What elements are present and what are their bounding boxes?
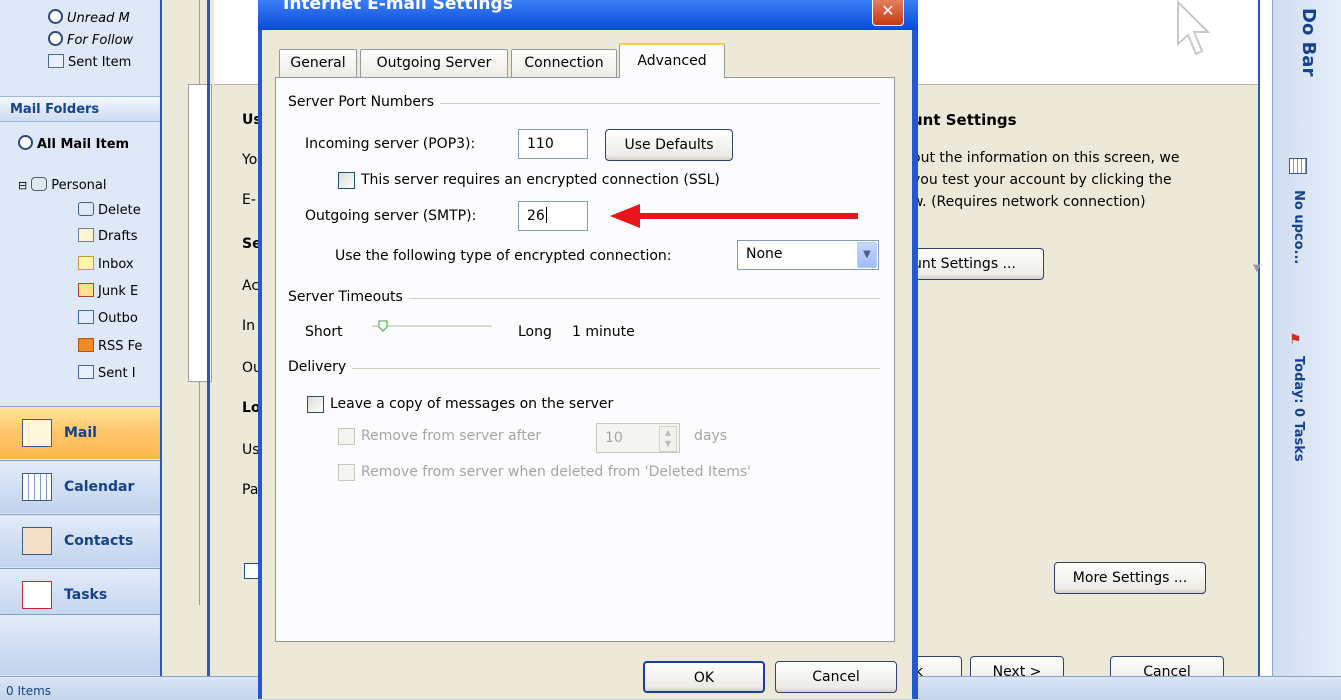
chevron-down-icon[interactable]: ▼	[857, 242, 877, 268]
navigation-pane: Unread M For Follow Sent Item Mail Folde…	[0, 0, 173, 699]
folder-deleted-items[interactable]: Delete	[78, 200, 141, 222]
tasks-icon	[22, 581, 52, 609]
wizard-letters: In	[242, 318, 256, 334]
wizard-letters: Pa	[242, 482, 259, 498]
mail-folders-header: Mail Folders	[0, 96, 172, 122]
search-icon	[18, 135, 33, 150]
todo-tasks[interactable]: Today: 0 Tasks	[1291, 356, 1306, 462]
sent-items-icon	[48, 54, 64, 68]
dialog-cancel-button[interactable]: Cancel	[775, 661, 897, 693]
nav-calendar-button[interactable]: Calendar	[0, 460, 172, 513]
personal-folders[interactable]: ⊟ Personal	[18, 175, 106, 197]
encryption-type-value: None	[746, 246, 783, 262]
remove-after-label: Remove from server after	[361, 428, 542, 444]
advanced-tab-panel	[275, 77, 895, 642]
long-label: Long	[518, 324, 552, 340]
remove-when-deleted-label: Remove from server when deleted from 'De…	[361, 464, 751, 480]
search-folder-icon	[48, 31, 63, 46]
leave-copy-label: Leave a copy of messages on the server	[330, 396, 614, 412]
wizard-letters: Us	[242, 442, 260, 458]
contacts-icon	[22, 527, 52, 555]
collapse-icon[interactable]: ⊟	[18, 179, 27, 192]
use-defaults-button[interactable]: Use Defaults	[605, 129, 733, 161]
folder-for-follow-up[interactable]: For Follow	[48, 30, 133, 52]
test-account-text: you test your account by clicking the	[912, 172, 1172, 188]
folder-sent-items-fav[interactable]: Sent Item	[48, 52, 131, 74]
calendar-icon	[1289, 158, 1307, 174]
test-account-text: w. (Requires network connection)	[912, 194, 1146, 210]
outgoing-port-value: 26	[527, 208, 545, 224]
tab-general[interactable]: General	[279, 49, 357, 77]
scroll-down-icon[interactable]: ▼	[1253, 263, 1267, 277]
cursor-icon	[1177, 0, 1211, 56]
sent-items-icon	[78, 365, 94, 379]
test-account-heading: unt Settings	[912, 111, 1017, 129]
all-mail-items[interactable]: All Mail Item	[18, 134, 129, 156]
remove-after-checkbox[interactable]	[338, 428, 355, 445]
todo-bar-title[interactable]: Do Bar	[1298, 8, 1319, 76]
outgoing-port-input[interactable]: 26	[518, 201, 588, 231]
remove-days-value: 10	[605, 430, 623, 446]
server-timeouts-group: Server Timeouts	[288, 289, 409, 305]
spinner-arrows-icon[interactable]: ▲ ▼	[659, 426, 677, 452]
test-account-text: out the information on this screen, we	[912, 150, 1180, 166]
folder-outbox[interactable]: Outbo	[78, 308, 138, 330]
close-icon[interactable]: ✕	[872, 0, 904, 26]
trash-icon	[78, 202, 94, 216]
search-folder-icon	[48, 9, 63, 24]
delivery-group: Delivery	[288, 359, 353, 375]
test-account-settings-button[interactable]: unt Settings ...	[904, 248, 1044, 280]
status-item-count: 0 Items	[6, 684, 52, 698]
timeout-slider-thumb[interactable]	[378, 320, 388, 332]
wizard-letters: Yo	[242, 152, 258, 168]
drafts-icon	[78, 228, 94, 242]
flag-icon: ⚑	[1289, 332, 1302, 348]
wizard-letters: E-	[242, 192, 256, 208]
folder-drafts[interactable]: Drafts	[78, 226, 138, 248]
short-label: Short	[305, 324, 343, 340]
inbox-icon	[78, 256, 94, 270]
folder-unread-mail[interactable]: Unread M	[48, 8, 130, 30]
folder-junk[interactable]: Junk E	[78, 281, 138, 303]
encryption-type-label: Use the following type of encrypted conn…	[335, 248, 672, 264]
timeout-slider-track[interactable]	[372, 325, 492, 328]
wizard-letters: Ac	[242, 278, 260, 294]
nav-pane-footer	[0, 614, 172, 675]
annotation-arrow-icon	[610, 204, 858, 228]
rss-icon	[78, 338, 94, 352]
leave-copy-checkbox[interactable]	[307, 396, 324, 413]
group-divider	[290, 368, 880, 369]
outbox-icon	[78, 310, 94, 324]
incoming-server-label: Incoming server (POP3):	[305, 136, 476, 152]
more-settings-button[interactable]: More Settings ...	[1054, 562, 1206, 594]
tab-connection[interactable]: Connection	[511, 49, 617, 77]
timeout-value: 1 minute	[572, 324, 635, 340]
remove-when-deleted-checkbox[interactable]	[338, 464, 355, 481]
ssl-label: This server requires an encrypted connec…	[361, 172, 720, 188]
ok-button[interactable]: OK	[643, 661, 765, 693]
folder-rss[interactable]: RSS Fe	[78, 336, 142, 358]
nav-mail-button[interactable]: Mail	[0, 406, 172, 459]
text-caret	[545, 207, 547, 223]
folder-sent-items[interactable]: Sent I	[78, 363, 136, 385]
encryption-type-select[interactable]: None ▼	[737, 240, 879, 270]
mail-icon	[22, 419, 52, 447]
days-label: days	[694, 428, 728, 444]
dialog-title: Internet E-mail Settings	[283, 0, 513, 14]
tab-advanced[interactable]: Advanced	[619, 43, 725, 78]
todo-appointments[interactable]: No upco...	[1291, 190, 1306, 264]
outgoing-server-label: Outgoing server (SMTP):	[305, 208, 477, 224]
todo-bar: Do Bar No upco... ⚑ Today: 0 Tasks	[1272, 0, 1341, 676]
folder-inbox[interactable]: Inbox	[78, 254, 134, 276]
incoming-port-input[interactable]: 110	[518, 129, 588, 159]
server-port-numbers-group: Server Port Numbers	[288, 94, 441, 110]
junk-mail-icon	[78, 283, 94, 297]
calendar-icon	[22, 473, 52, 501]
personal-folders-icon	[31, 177, 48, 191]
tab-outgoing-server[interactable]: Outgoing Server	[360, 49, 508, 77]
window-border	[207, 0, 210, 699]
remove-days-input[interactable]: 10 ▲ ▼	[596, 423, 680, 453]
ssl-checkbox[interactable]	[338, 172, 355, 189]
nav-contacts-button[interactable]: Contacts	[0, 514, 172, 567]
